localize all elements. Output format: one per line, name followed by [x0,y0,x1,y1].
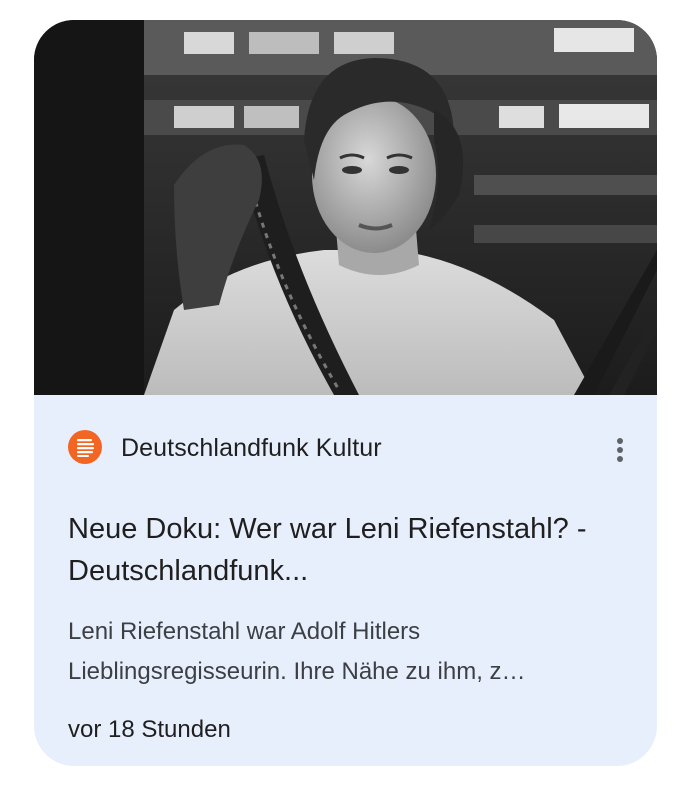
article-timestamp: vor 18 Stunden [68,716,231,743]
source-row: Deutschlandfunk Kultur [68,428,628,468]
article-snippet: Leni Riefenstahl war Adolf Hitlers Liebl… [68,618,526,685]
more-vert-icon [617,438,623,444]
deutschlandfunk-logo-icon [68,430,102,464]
article-headline[interactable]: Neue Doku: Wer war Leni Riefenstahl? - D… [68,508,628,592]
article-thumbnail[interactable] [34,20,657,395]
more-options-button[interactable] [604,428,634,468]
source-name: Deutschlandfunk Kultur [121,434,382,462]
more-vert-icon-dot [617,447,623,453]
more-vert-icon-dot [617,456,623,462]
news-card[interactable]: Deutschlandfunk Kultur Neue Doku: Wer wa… [34,20,657,766]
